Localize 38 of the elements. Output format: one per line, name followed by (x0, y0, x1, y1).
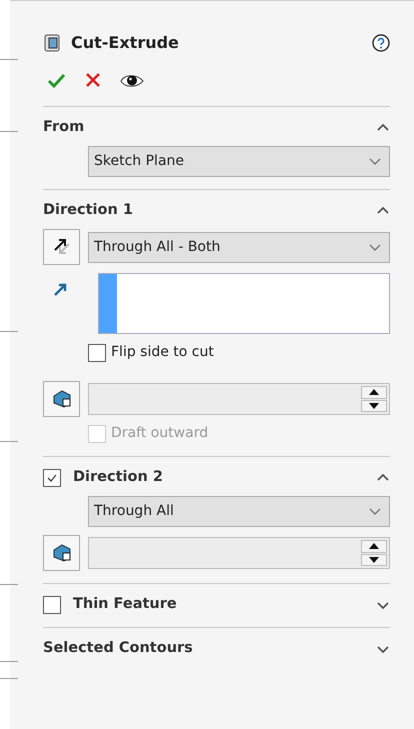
up-triangle-icon (369, 543, 379, 550)
spin-up-button[interactable] (361, 540, 387, 552)
section-title[interactable]: Thin Feature (73, 594, 376, 616)
checkbox[interactable] (43, 469, 61, 487)
spin-down-button[interactable] (361, 554, 387, 566)
dropdown-chevron-icon (369, 507, 381, 516)
reverse-direction-button[interactable] (43, 229, 80, 265)
arrow-icon (53, 281, 69, 297)
checkbox[interactable] (43, 596, 61, 614)
spin-down-button[interactable] (361, 400, 387, 412)
ok-icon[interactable] (47, 71, 66, 89)
dropdown-chevron-icon (369, 242, 381, 252)
down-triangle-icon (369, 556, 379, 563)
checkmark-icon (46, 472, 58, 484)
section-title[interactable]: From (43, 117, 376, 139)
down-triangle-icon (369, 402, 379, 409)
section-title[interactable]: Direction 1 (43, 200, 376, 222)
dropdown[interactable]: Through All (88, 496, 390, 527)
up-triangle-icon (369, 389, 379, 396)
feature-title: Cut-Extrude (71, 32, 179, 54)
draft-button[interactable] (43, 381, 80, 417)
cube-icon (50, 542, 72, 564)
spin-up-button[interactable] (361, 386, 387, 398)
dropdown[interactable]: Sketch Plane (88, 146, 390, 177)
selection-box[interactable] (98, 273, 390, 334)
number-field[interactable] (88, 537, 390, 569)
cube-icon (50, 388, 72, 410)
close-icon[interactable] (84, 71, 102, 89)
checkbox-label[interactable]: Flip side to cut (111, 342, 214, 363)
number-field[interactable] (88, 383, 390, 415)
dropdown[interactable]: Through All - Both (88, 232, 390, 262)
help-icon[interactable] (372, 34, 390, 52)
dropdown-chevron-icon (369, 157, 381, 166)
draft-button[interactable] (43, 535, 80, 571)
section-title[interactable]: Direction 2 (73, 467, 376, 489)
feature-icon (43, 32, 61, 52)
checkbox[interactable] (88, 344, 106, 362)
section-title[interactable]: Selected Contours (43, 638, 376, 660)
